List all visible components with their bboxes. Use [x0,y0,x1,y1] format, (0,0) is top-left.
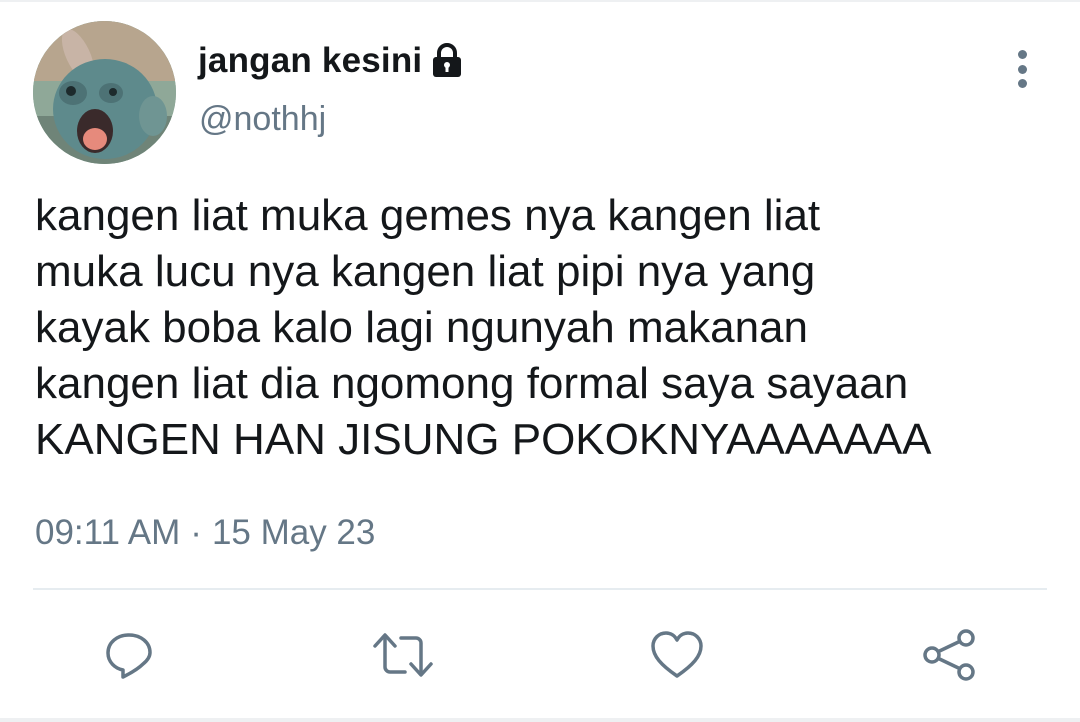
bottom-divider [0,718,1080,722]
tweet-date: 15 May 23 [211,513,376,552]
more-dot [1017,79,1027,88]
reply-button[interactable] [99,625,159,685]
user-handle[interactable]: @nothhj [199,100,326,139]
meta-separator: · [190,513,202,552]
retweet-button[interactable] [373,625,433,685]
display-name[interactable]: jangan kesini [198,41,422,81]
more-dot [1017,50,1027,59]
like-button[interactable] [647,625,707,685]
reply-icon [103,629,155,681]
avatar[interactable] [33,21,176,164]
tweet-text: kangen liat muka gemes nya kangen liat m… [35,191,932,464]
lock-icon [430,43,464,79]
tweet-timestamp[interactable]: 09:11 AM · 15 May 23 [35,513,375,553]
like-icon [650,630,704,680]
tweet-time: 09:11 AM [35,513,181,552]
tweet-card: jangan kesini @nothhj kangen liat muka g… [0,0,1080,722]
share-icon [921,627,977,683]
more-options-button[interactable] [1006,48,1038,90]
more-dot [1017,64,1027,74]
top-divider [0,0,1080,2]
display-name-row: jangan kesini [198,38,464,84]
share-button[interactable] [919,625,979,685]
retweet-icon [371,629,435,681]
actions-divider [33,588,1047,590]
action-bar [0,625,1080,685]
